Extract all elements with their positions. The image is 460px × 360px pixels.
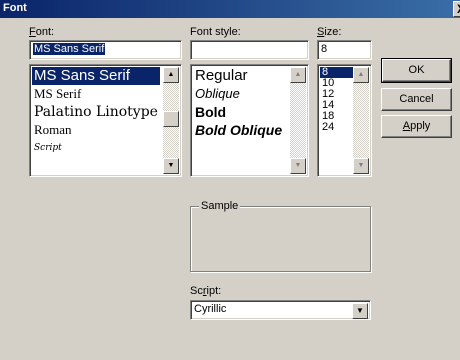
font-name-input[interactable]: MS Sans Serif bbox=[29, 40, 182, 60]
list-item[interactable]: Bold Oblique bbox=[193, 121, 290, 139]
cancel-button[interactable]: Cancel bbox=[381, 88, 452, 111]
list-item[interactable]: 24 bbox=[320, 122, 354, 133]
up-arrow-icon[interactable]: ▲ bbox=[163, 67, 179, 83]
list-item[interactable]: 8 bbox=[320, 67, 354, 78]
size-label: Size: bbox=[317, 26, 342, 38]
down-arrow-icon[interactable]: ▼ bbox=[290, 158, 306, 174]
script-value: Cyrillic bbox=[194, 303, 227, 315]
down-arrow-icon[interactable]: ▼ bbox=[163, 158, 179, 174]
dropdown-arrow-icon[interactable]: ▼ bbox=[352, 303, 368, 319]
window-title: Font bbox=[3, 2, 27, 14]
list-item[interactable]: Regular bbox=[193, 67, 290, 85]
list-item[interactable]: Roman bbox=[32, 121, 160, 139]
font-list-scrollbar[interactable]: ▲ ▼ bbox=[163, 67, 179, 174]
list-item[interactable]: MS Serif bbox=[32, 85, 160, 103]
script-label: Script: bbox=[190, 285, 222, 297]
list-item[interactable]: Bold bbox=[193, 103, 290, 121]
list-item[interactable]: 14 bbox=[320, 100, 354, 111]
close-button[interactable]: X bbox=[453, 1, 460, 17]
down-arrow-icon[interactable]: ▼ bbox=[353, 158, 369, 174]
size-list[interactable]: 8 10 12 14 18 24 ▲ ▼ bbox=[317, 64, 372, 177]
up-arrow-icon[interactable]: ▲ bbox=[353, 67, 369, 83]
apply-button[interactable]: Apply bbox=[381, 115, 452, 138]
sample-group bbox=[190, 206, 371, 272]
scroll-thumb[interactable] bbox=[163, 111, 179, 127]
font-style-input[interactable] bbox=[190, 40, 309, 60]
size-list-scrollbar[interactable]: ▲ ▼ bbox=[353, 67, 369, 174]
script-dropdown[interactable]: Cyrillic ▼ bbox=[190, 300, 371, 320]
list-item[interactable]: 12 bbox=[320, 89, 354, 100]
list-item[interactable]: Script bbox=[32, 139, 160, 157]
title-bar: Font X bbox=[0, 0, 460, 18]
list-item[interactable]: Oblique bbox=[193, 85, 290, 103]
size-input[interactable]: 8 bbox=[317, 40, 372, 60]
font-style-scrollbar[interactable]: ▲ ▼ bbox=[290, 67, 306, 174]
up-arrow-icon[interactable]: ▲ bbox=[290, 67, 306, 83]
font-style-list[interactable]: Regular Oblique Bold Bold Oblique ▲ ▼ bbox=[190, 64, 309, 177]
font-name-value: MS Sans Serif bbox=[33, 43, 106, 55]
font-label: Font: bbox=[29, 26, 55, 38]
font-style-label: Font style: bbox=[190, 26, 241, 38]
font-list[interactable]: MS Sans Serif MS Serif Palatino Linotype Ro… bbox=[29, 64, 182, 177]
font-dialog: Font X Font: MS Sans Serif MS Sans Serif… bbox=[0, 0, 460, 360]
list-item[interactable]: MS Sans Serif bbox=[32, 67, 160, 85]
list-item[interactable]: 18 bbox=[320, 111, 354, 122]
sample-label: Sample bbox=[199, 200, 241, 212]
ok-button[interactable]: OK bbox=[381, 58, 452, 83]
list-item[interactable]: Palatino Linotype bbox=[32, 103, 160, 121]
list-item[interactable]: 10 bbox=[320, 78, 354, 89]
